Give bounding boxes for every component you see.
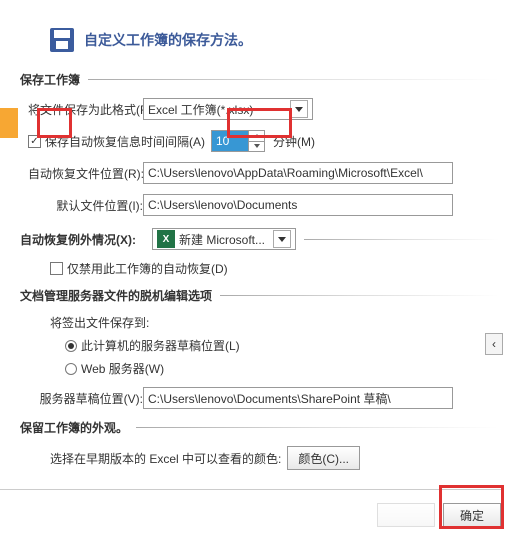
faded-button [377,503,435,527]
server-drafts-location-label: 服务器草稿位置(V): [28,390,143,407]
auto-recover-location-label: 自动恢复文件位置(R): [28,165,143,182]
dropdown-arrow-icon [290,100,308,118]
exception-workbook-value: 新建 Microsoft... [179,231,265,248]
default-location-input[interactable]: C:\Users\lenovo\Documents [143,194,453,216]
auto-save-checkbox[interactable] [28,135,41,148]
interval-value: 10 [212,131,248,151]
header-section: 自定义工作簿的保存方法。 [0,0,519,71]
section-doc-mgmt-server: 文档管理服务器文件的脱机编辑选项 [20,287,220,304]
browse-button[interactable]: ‹ [485,333,503,355]
default-location-label: 默认文件位置(I): [28,197,143,214]
web-server-label: Web 服务器(W) [81,360,164,377]
save-checkout-to-label: 将签出文件保存到: [50,314,149,331]
dropdown-arrow-icon [273,230,291,248]
web-server-radio[interactable] [65,363,77,375]
save-format-label: 将文件保存为此格式(F): [28,101,143,118]
save-format-dropdown[interactable]: Excel 工作簿(*.xlsx) [143,98,313,120]
this-computer-drafts-label: 此计算机的服务器草稿位置(L) [81,337,240,354]
spinner-up-icon[interactable] [249,131,264,142]
auto-save-interval-label: 保存自动恢复信息时间间隔(A) [45,133,205,150]
spinner-down-icon[interactable] [249,142,264,152]
excel-icon: X [157,230,175,248]
earlier-version-colors-label: 选择在早期版本的 Excel 中可以查看的颜色: [50,450,281,467]
interval-spinner[interactable]: 10 [211,130,265,152]
page-title: 自定义工作簿的保存方法。 [84,30,252,50]
auto-recover-location-input[interactable]: C:\Users\lenovo\AppData\Roaming\Microsof… [143,162,453,184]
disable-auto-recover-label: 仅禁用此工作簿的自动恢复(D) [67,260,228,277]
exception-workbook-dropdown[interactable]: X新建 Microsoft... [152,228,296,250]
section-save-workbook: 保存工作簿 [20,71,88,88]
color-button[interactable]: 颜色(C)... [287,446,360,470]
save-format-value: Excel 工作簿(*.xlsx) [148,101,253,118]
server-drafts-location-input[interactable]: C:\Users\lenovo\Documents\SharePoint 草稿\ [143,387,453,409]
ok-button[interactable]: 确定 [443,503,501,527]
section-auto-recover-exceptions: 自动恢复例外情况(X): [20,231,144,248]
this-computer-radio[interactable] [65,340,77,352]
section-preserve-appearance: 保留工作簿的外观。 [20,419,136,436]
disable-auto-recover-checkbox[interactable] [50,262,63,275]
minutes-label: 分钟(M) [273,133,315,150]
save-disk-icon [50,28,74,52]
